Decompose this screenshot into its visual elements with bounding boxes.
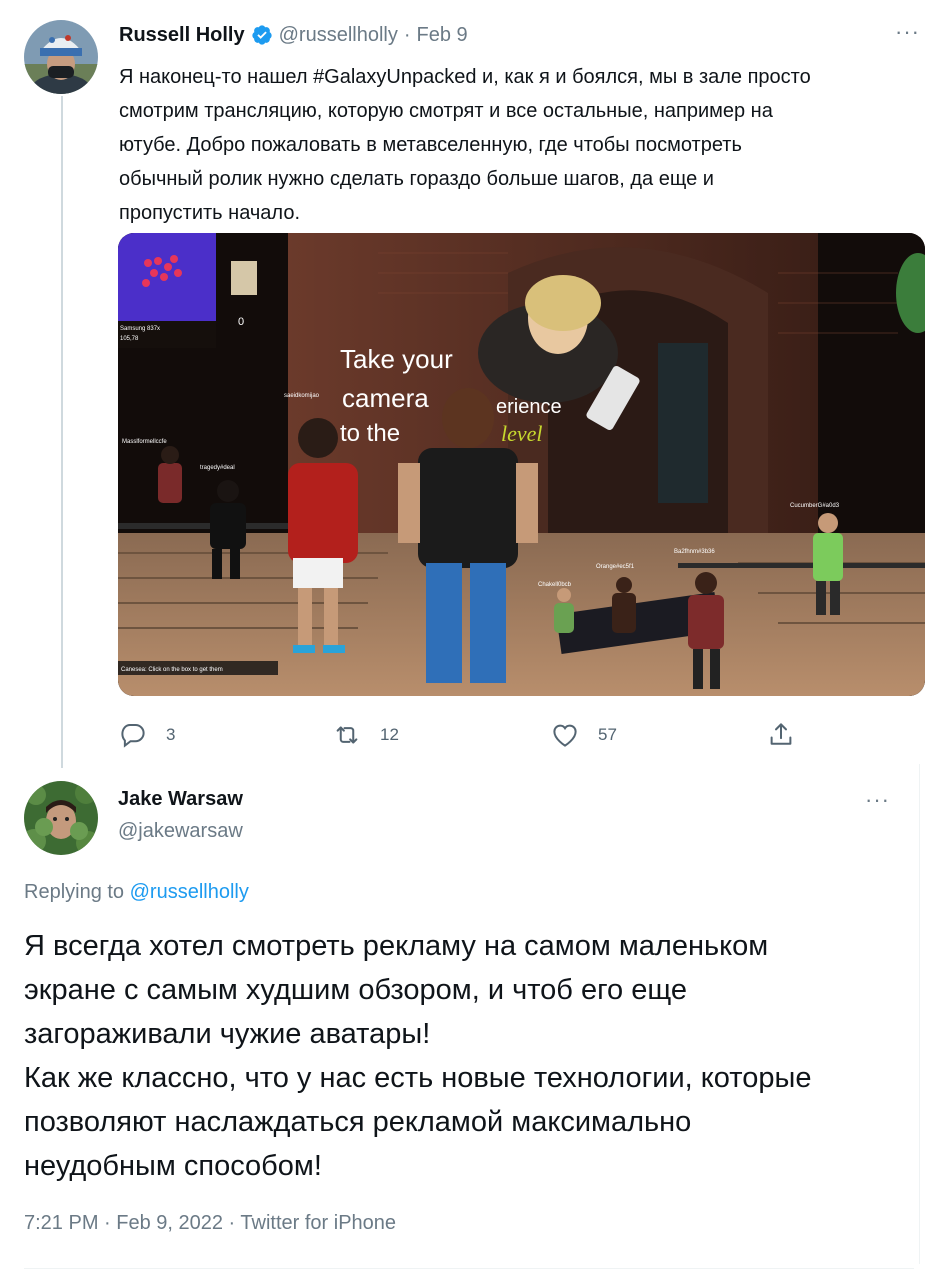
billboard-line-2: camera [342, 383, 429, 413]
billboard-line-1: Take your [340, 344, 453, 374]
tweet1-date[interactable]: Feb 9 [417, 24, 468, 47]
tweet1-text: Я наконец-то нашел #GalaxyUnpacked и, ка… [119, 66, 811, 224]
verified-badge-icon [251, 24, 273, 46]
avatar-photo-icon [24, 20, 98, 94]
like-button[interactable]: 57 [550, 717, 617, 753]
avatar-name-4: CucumberG#a0d3 [790, 503, 840, 509]
replying-mention-link[interactable]: @russellholly [130, 881, 249, 903]
avatar-name-2: tragedy#deal [200, 465, 235, 471]
more-icon[interactable]: ··· [865, 789, 890, 811]
avatar-name-6: Orange#ec5f1 [596, 564, 635, 570]
reply-icon [121, 724, 145, 748]
billboard-line-5: level [501, 421, 543, 446]
retweet-icon [336, 726, 358, 744]
retweet-button[interactable]: 12 [332, 717, 399, 753]
avatar-name-7: Chakell0bcb [538, 582, 572, 588]
russell-holly-avatar[interactable] [24, 20, 98, 94]
tweet1-author-name[interactable]: Russell Holly [119, 24, 245, 47]
avatar-name-5: Ba2fhnm#3b36 [674, 549, 715, 555]
avatar-name-3: saeidkomijao [284, 393, 320, 399]
metaverse-screenshot-image[interactable]: Samsung 837x 105,78 0 Take your camera e… [118, 233, 925, 696]
billboard-line-4: to the [340, 420, 400, 447]
replying-prefix: Replying to [24, 881, 125, 903]
tweet2-meta[interactable]: 7:21 PM · Feb 9, 2022 · Twitter for iPho… [24, 1212, 396, 1235]
more-icon[interactable]: ··· [895, 21, 920, 43]
retweet-count: 12 [380, 725, 399, 744]
heart-icon [553, 724, 577, 747]
reply-count: 3 [166, 725, 176, 744]
bottom-divider [24, 1268, 914, 1269]
share-button[interactable] [766, 717, 814, 753]
tweet2-text: Я всегда хотел смотреть рекламу на самом… [24, 930, 812, 1182]
tweet2-author-name[interactable]: Jake Warsaw [118, 788, 243, 811]
hud-label-1: Samsung 837x [120, 326, 160, 332]
thread-connector-line [61, 96, 63, 768]
like-count: 57 [598, 725, 617, 744]
share-icon [770, 723, 792, 745]
tweet1-author-handle[interactable]: @russellholly [279, 24, 398, 47]
jake-warsaw-avatar[interactable] [24, 781, 98, 855]
tweet2-author-handle[interactable]: @jakewarsaw [118, 820, 243, 843]
hud-label-2: 105,78 [120, 336, 139, 342]
reply-button[interactable]: 3 [118, 717, 175, 753]
avatar-name-1: Masslformellccfe [122, 439, 167, 445]
tweet1-header: Russell Holly @russellholly · Feb 9 [119, 20, 468, 50]
right-divider [919, 764, 920, 1264]
billboard-line-3: erience [496, 396, 562, 418]
avatar-photo-icon [24, 781, 98, 855]
tweet1-action-bar: 3 12 57 [118, 717, 818, 753]
media-bottom-hint: Canesea: Click on the box to get them [121, 667, 223, 673]
separator-dot: · [403, 23, 411, 46]
hud-counter: 0 [238, 316, 244, 328]
replying-to-line: Replying to @russellholly [24, 881, 249, 904]
